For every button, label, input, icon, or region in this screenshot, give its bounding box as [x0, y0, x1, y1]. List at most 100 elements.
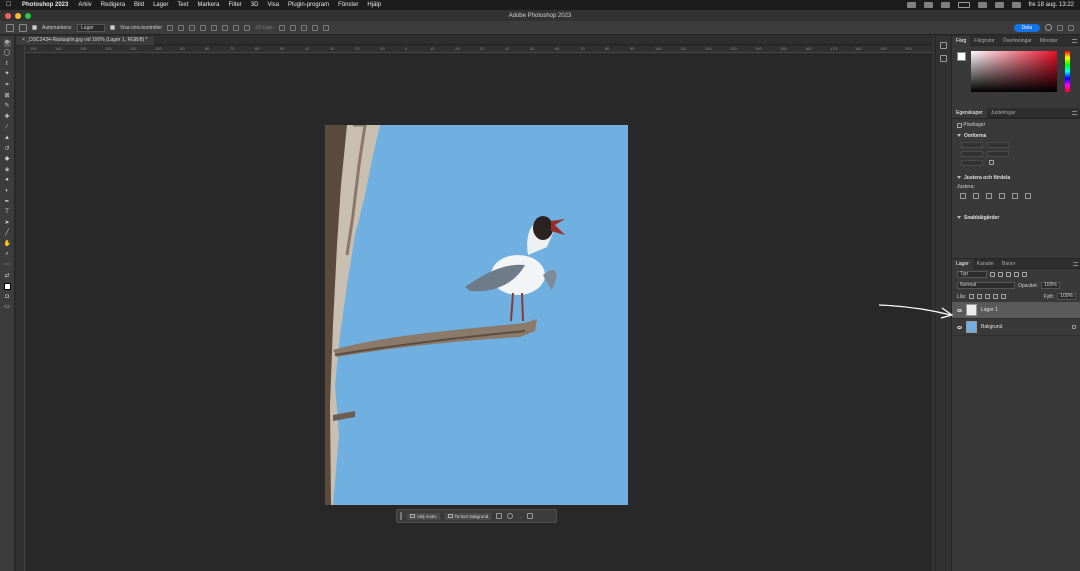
- close-icon[interactable]: ×: [22, 37, 25, 43]
- align-top-icon[interactable]: [200, 24, 207, 31]
- swap-colors-icon[interactable]: ⇄: [4, 273, 11, 280]
- lock-all-icon[interactable]: [1001, 294, 1007, 299]
- status-app-icon-2[interactable]: [923, 2, 933, 8]
- align-bottom-icon[interactable]: [1025, 193, 1031, 199]
- search-icon[interactable]: [994, 2, 1004, 8]
- angle-field[interactable]: [961, 159, 983, 166]
- status-app-icon[interactable]: [906, 2, 916, 8]
- more-options-button[interactable]: ...: [518, 514, 522, 519]
- document-tab[interactable]: × _DSC2434-Rästasjön.jpg vid 100% (Lager…: [16, 36, 154, 45]
- stamp-tool-icon[interactable]: ▲: [4, 135, 11, 142]
- remove-background-button[interactable]: Ta bort bakgrund: [444, 512, 492, 520]
- healing-tool-icon[interactable]: ✚: [4, 114, 11, 121]
- layer-filter-dropdown[interactable]: Typ: [957, 271, 987, 278]
- history-brush-icon[interactable]: ↺: [4, 146, 11, 153]
- transform-section[interactable]: Omforma: [952, 131, 1080, 140]
- menu-item-lager[interactable]: Lager: [153, 2, 168, 8]
- menu-item-hjalp[interactable]: Hjälp: [367, 2, 381, 8]
- align-center-icon[interactable]: [178, 24, 185, 31]
- comments-icon[interactable]: [940, 55, 947, 62]
- zoom-tool-icon[interactable]: ⌕: [4, 251, 11, 258]
- wifi-icon[interactable]: [977, 2, 987, 8]
- move-tool-icon[interactable]: ✥: [3, 39, 11, 47]
- marquee-tool-icon[interactable]: ◯: [4, 50, 11, 57]
- lock-icon[interactable]: [1072, 325, 1076, 329]
- horizontal-ruler[interactable]: 150 140 130 120 110 100 90 80 70 60 50 40 30 20 10 0 10 2…: [26, 46, 932, 53]
- menu-item-3d[interactable]: 3D: [251, 2, 259, 8]
- tab-overtoningar[interactable]: Övertoningar: [999, 36, 1036, 46]
- hand-tool-icon[interactable]: ✋: [4, 241, 11, 248]
- roll-3d-icon[interactable]: [289, 24, 296, 31]
- menu-item-bild[interactable]: Bild: [134, 2, 144, 8]
- menu-clock[interactable]: fre 18 aug. 13:22: [1029, 2, 1074, 8]
- type-tool-icon[interactable]: T: [4, 209, 11, 216]
- scale-3d-icon[interactable]: [322, 24, 329, 31]
- chevron-down-icon[interactable]: [1068, 24, 1074, 31]
- lock-pixels-icon[interactable]: [977, 294, 983, 299]
- lasso-tool-icon[interactable]: ℓ: [4, 61, 11, 68]
- align-top-icon[interactable]: [999, 193, 1005, 199]
- apple-icon[interactable]: : [6, 1, 14, 9]
- menu-item-arkiv[interactable]: Arkiv: [78, 2, 91, 8]
- vertical-ruler[interactable]: [16, 46, 25, 571]
- blur-tool-icon[interactable]: ●: [4, 177, 11, 184]
- layer-row-bakgrund[interactable]: Bakgrund: [952, 319, 1080, 336]
- eye-icon[interactable]: [957, 325, 962, 329]
- distribute-icon[interactable]: [233, 24, 240, 31]
- width-field[interactable]: [961, 141, 983, 148]
- drag-handle[interactable]: [400, 512, 402, 520]
- align-bottom-icon[interactable]: [222, 24, 229, 31]
- pen-tool-icon[interactable]: ✒: [4, 199, 11, 206]
- workspace-icon[interactable]: [1057, 24, 1063, 31]
- opacity-field[interactable]: 100%: [1041, 282, 1060, 289]
- align-section[interactable]: Justera och fördela: [952, 173, 1080, 182]
- brush-tool-icon[interactable]: ∕: [4, 124, 11, 131]
- color-field[interactable]: [971, 51, 1057, 92]
- auto-select-dropdown[interactable]: Lager: [77, 23, 106, 32]
- align-left-icon[interactable]: [167, 24, 174, 31]
- filter-smart-icon[interactable]: [1022, 272, 1027, 277]
- filter-shape-icon[interactable]: [1014, 272, 1019, 277]
- quick-mask-icon[interactable]: ◘: [4, 294, 11, 301]
- foreground-color-swatch[interactable]: [957, 52, 966, 61]
- lock-transparent-icon[interactable]: [969, 294, 975, 299]
- lock-position-icon[interactable]: [985, 294, 991, 299]
- auto-select-checkbox[interactable]: [32, 25, 37, 30]
- menu-item-fonster[interactable]: Fönster: [338, 2, 358, 8]
- tab-egenskaper[interactable]: Egenskaper: [952, 107, 987, 118]
- y-field[interactable]: [987, 150, 1009, 157]
- menu-item-plugin[interactable]: Plugin-program: [288, 2, 329, 8]
- menu-item-markera[interactable]: Markera: [197, 2, 219, 8]
- eye-icon[interactable]: [957, 308, 962, 312]
- document-image[interactable]: [325, 125, 628, 505]
- filter-adjust-icon[interactable]: [998, 272, 1003, 277]
- tab-farg[interactable]: Färg: [952, 35, 971, 46]
- layer-row-lager-1[interactable]: Lager 1: [952, 302, 1080, 319]
- select-subject-button[interactable]: Välj motiv: [407, 512, 440, 520]
- lock-artboard-icon[interactable]: [993, 294, 999, 299]
- menu-item-visa[interactable]: Visa: [267, 2, 279, 8]
- hue-slider[interactable]: [1065, 51, 1070, 92]
- align-middle-icon[interactable]: [211, 24, 218, 31]
- drag-3d-icon[interactable]: [300, 24, 307, 31]
- align-right-icon[interactable]: [189, 24, 196, 31]
- fill-field[interactable]: 100%: [1057, 293, 1076, 300]
- dodge-tool-icon[interactable]: ◐: [4, 188, 11, 195]
- menu-item-redigera[interactable]: Redigera: [101, 2, 125, 8]
- eraser-tool-icon[interactable]: ◆: [4, 156, 11, 163]
- menu-item-filter[interactable]: Filter: [228, 2, 241, 8]
- more-options-icon[interactable]: [244, 24, 251, 31]
- tab-lager[interactable]: Lager: [952, 258, 973, 269]
- more-tools-icon[interactable]: ⋯: [4, 262, 11, 269]
- tab-monster[interactable]: Mönster: [1036, 36, 1062, 46]
- menu-app-name[interactable]: Photoshop 2023: [22, 2, 68, 8]
- orbit-3d-icon[interactable]: [278, 24, 285, 31]
- path-select-tool-icon[interactable]: ➤: [4, 220, 11, 227]
- frame-tool-icon[interactable]: ⊠: [4, 93, 11, 100]
- move-tool-icon[interactable]: [19, 23, 27, 32]
- tab-banor[interactable]: Banor: [998, 259, 1019, 269]
- show-transform-checkbox[interactable]: [110, 25, 116, 30]
- adjustment-icon[interactable]: [507, 513, 514, 519]
- align-hcenter-icon[interactable]: [973, 193, 979, 199]
- color-swatches-icon[interactable]: [3, 283, 11, 291]
